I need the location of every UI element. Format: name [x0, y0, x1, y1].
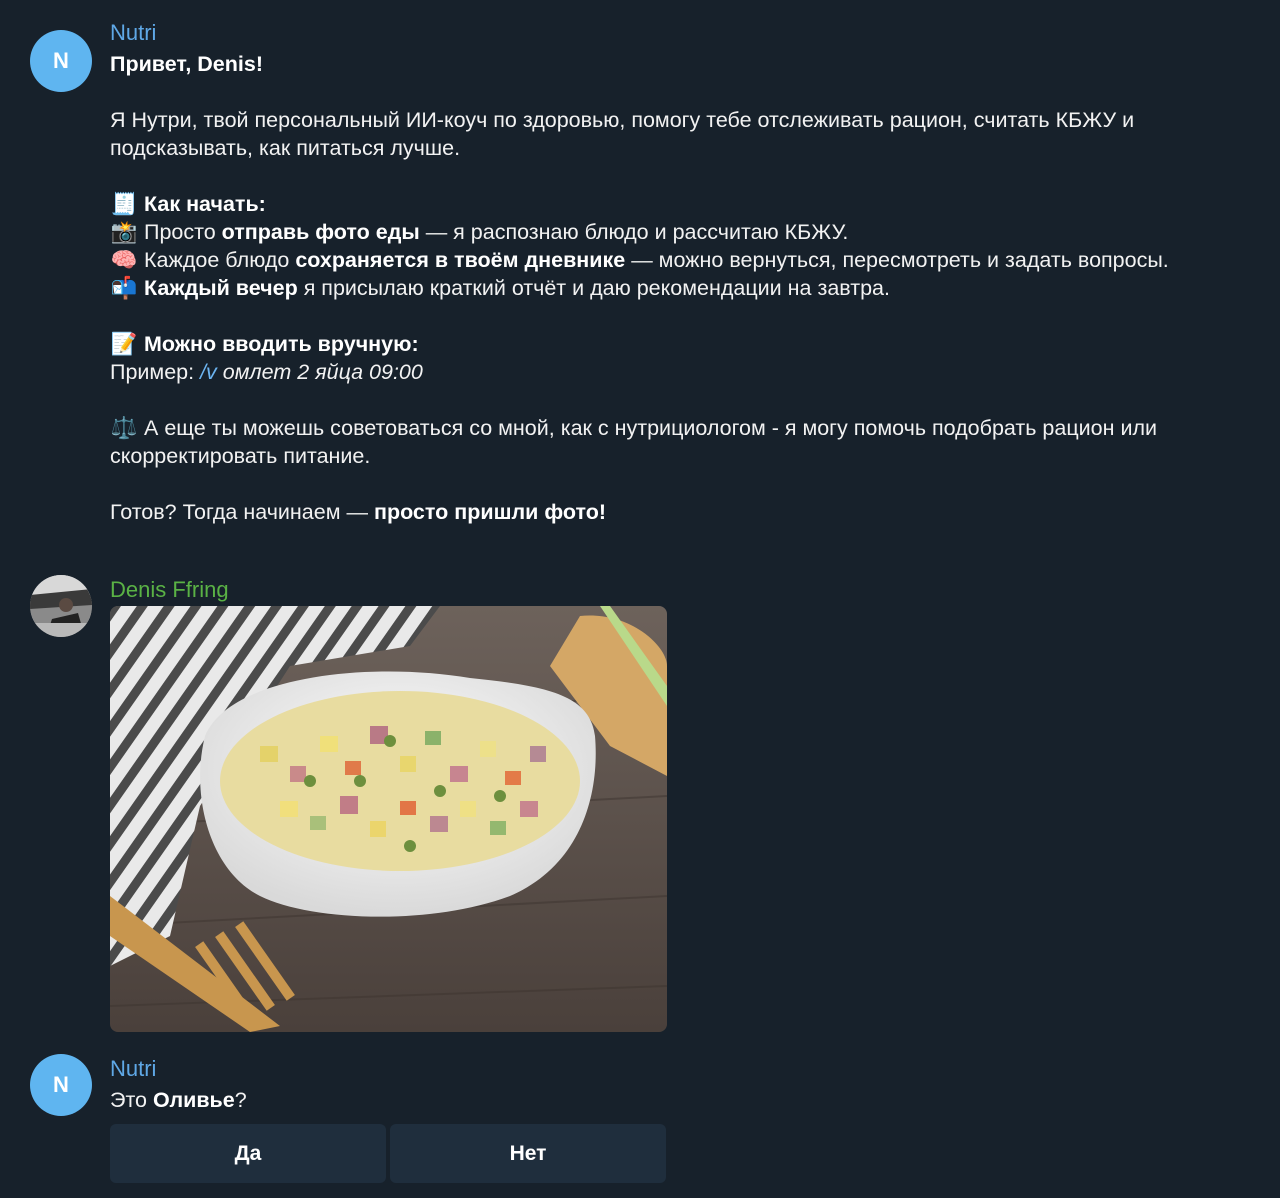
- step2-tail: — можно вернуться, пересмотреть и задать…: [625, 248, 1169, 272]
- food-photo[interactable]: [110, 606, 667, 1032]
- how-to-start-title: Как начать:: [144, 192, 266, 216]
- manual-input-title: Можно вводить вручную:: [144, 332, 419, 356]
- receipt-icon: 🧾: [110, 192, 138, 216]
- sender-name-nutri-2[interactable]: Nutri: [110, 1056, 156, 1082]
- greeting-text: Привет, Denis!: [110, 52, 263, 76]
- step1-bold: отправь фото еды: [221, 220, 420, 244]
- scales-icon: ⚖️: [110, 416, 138, 440]
- mailbox-icon: 📬: [110, 276, 138, 300]
- bot-avatar-letter-2: N: [53, 1072, 69, 1097]
- example-text: омлет 2 яйца 09:00: [216, 360, 423, 384]
- step2-text: Каждое блюдо: [144, 248, 296, 272]
- command-link-v[interactable]: /v: [200, 360, 217, 384]
- camera-icon: 📸: [110, 220, 138, 244]
- no-button[interactable]: Нет: [390, 1124, 666, 1183]
- bot-avatar-2[interactable]: N: [30, 1054, 92, 1116]
- bot-avatar[interactable]: N: [30, 30, 92, 92]
- ready-bold: просто пришли фото!: [373, 500, 607, 524]
- welcome-message: Привет, Denis! Я Нутри, твой персональны…: [110, 50, 1260, 526]
- step1-tail: — я распознаю блюдо и рассчитаю КБЖУ.: [419, 220, 849, 244]
- chat-history: N Nutri Привет, Denis! Я Нутри, твой пер…: [0, 0, 1280, 1198]
- sender-name-nutri[interactable]: Nutri: [110, 20, 156, 46]
- step3-bold: Каждый вечер: [144, 276, 298, 300]
- intro-text: Я Нутри, твой персональный ИИ-коуч по зд…: [110, 108, 1135, 160]
- sender-name-user[interactable]: Denis Ffring: [110, 577, 229, 603]
- ready-text: Готов? Тогда начинаем —: [110, 500, 374, 524]
- user-avatar-image: [30, 575, 92, 637]
- dish-name: Оливье: [153, 1088, 235, 1112]
- example-label: Пример:: [110, 360, 201, 384]
- olivier-salad-image: [110, 606, 667, 1032]
- user-avatar[interactable]: [30, 575, 92, 637]
- step3-tail: я присылаю краткий отчёт и даю рекоменда…: [297, 276, 890, 300]
- advice-text: А еще ты можешь советоваться со мной, ка…: [110, 416, 1158, 468]
- question-mark: ?: [234, 1088, 247, 1112]
- question-message: Это Оливье?: [110, 1086, 1260, 1114]
- step2-bold: сохраняется в твоём дневнике: [295, 248, 626, 272]
- step1-text: Просто: [144, 220, 222, 244]
- yes-button[interactable]: Да: [110, 1124, 386, 1183]
- question-text: Это: [110, 1088, 153, 1112]
- brain-icon: 🧠: [110, 248, 138, 272]
- memo-icon: 📝: [110, 332, 138, 356]
- bot-avatar-letter: N: [53, 48, 69, 73]
